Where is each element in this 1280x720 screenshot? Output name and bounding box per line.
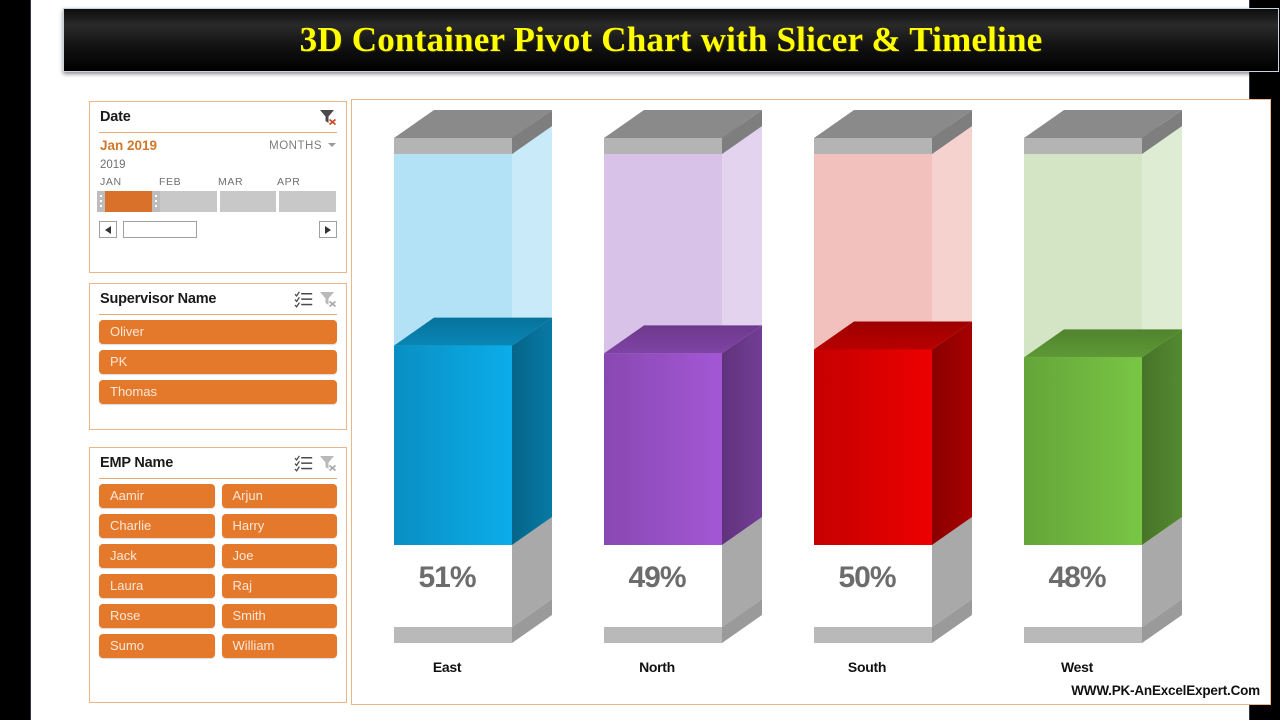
timeline-level-dropdown[interactable]: MONTHS — [269, 140, 336, 152]
slicer-tile[interactable]: PK — [99, 350, 337, 374]
pedestal-front — [814, 627, 932, 643]
emp-slicer-title: EMP Name — [100, 455, 174, 471]
slicer-tile[interactable]: Thomas — [99, 380, 337, 404]
timeline-cell-apr[interactable] — [279, 191, 336, 212]
lid-front-face — [1024, 138, 1142, 154]
fill-front-face — [814, 349, 932, 545]
fill-front-face — [604, 353, 722, 545]
fill-front-face — [394, 345, 512, 545]
bar-value-label: 50% — [838, 561, 896, 594]
lid-front-face — [604, 138, 722, 154]
timeline-level-label: MONTHS — [269, 139, 322, 152]
timeline-track[interactable] — [97, 191, 336, 212]
clear-filter-icon[interactable] — [318, 454, 338, 472]
timeline-slicer-title: Date — [100, 109, 131, 125]
bar-value-label: 48% — [1048, 561, 1106, 594]
multi-select-icon[interactable] — [294, 454, 314, 472]
pedestal-front — [394, 627, 512, 643]
timeline-slicer-date[interactable]: Date Jan 2019 MONTHS 2019 JAN FEB MAR AP… — [89, 101, 347, 273]
timeline-period-label: Jan 2019 — [100, 138, 158, 153]
timeline-cell-mar[interactable] — [219, 191, 277, 212]
slicer-tile[interactable]: Charlie — [99, 514, 215, 538]
timeline-month-label-jan: JAN — [100, 176, 122, 188]
arrow-left-icon — [105, 225, 111, 234]
timeline-handle-left[interactable] — [97, 191, 105, 212]
scroll-left-button[interactable] — [99, 221, 117, 238]
slicer-tile[interactable]: Harry — [221, 514, 337, 538]
clear-filter-icon[interactable] — [318, 290, 338, 308]
slicer-tile[interactable]: Aamir — [99, 484, 215, 508]
timeline-cell-jan[interactable] — [97, 191, 160, 212]
category-label: South — [847, 659, 887, 675]
timeline-slicer-header: Date — [90, 102, 346, 132]
timeline-period-row: Jan 2019 MONTHS — [90, 133, 346, 153]
document-page: 3D Container Pivot Chart with Slicer & T… — [30, 0, 1279, 720]
slicer-tile[interactable]: Raj — [221, 574, 337, 598]
pivot-chart-panel: WWW.PK-AnExcelExpert.Com 51% East 49% North… — [351, 99, 1271, 705]
slicer-tile[interactable]: William — [221, 634, 337, 658]
emp-slicer-items[interactable]: Aamir Arjun Charlie Harry Jack Joe Laura Raj Ros… — [90, 479, 346, 658]
title-banner: 3D Container Pivot Chart with Slicer & T… — [63, 8, 1279, 72]
slicer-tile[interactable]: Oliver — [99, 320, 337, 344]
slicer-tile[interactable]: Jack — [99, 544, 215, 568]
emp-slicer-header: EMP Name — [90, 448, 346, 478]
scroll-right-button[interactable] — [319, 221, 337, 238]
lid-front-face — [394, 138, 512, 154]
pedestal-front — [604, 627, 722, 643]
lid-front-face — [814, 138, 932, 154]
chart-plot-area — [394, 110, 1182, 643]
clear-filter-icon[interactable] — [318, 108, 338, 126]
supervisor-slicer-header: Supervisor Name — [90, 284, 346, 314]
timeline-year-label: 2019 — [100, 159, 126, 171]
timeline-month-label-feb: FEB — [159, 176, 182, 188]
category-label: West — [1061, 659, 1093, 675]
timeline-scrollbar[interactable] — [99, 220, 337, 239]
supervisor-slicer-items[interactable]: Oliver PK Thomas — [90, 315, 346, 404]
chevron-down-icon — [328, 143, 336, 148]
category-label: East — [432, 659, 462, 675]
slicer-tile[interactable]: Joe — [221, 544, 337, 568]
scrollbar-thumb[interactable] — [123, 221, 197, 238]
fill-front-face — [1024, 357, 1142, 545]
slicer-tile[interactable]: Arjun — [221, 484, 337, 508]
slicer-tile[interactable]: Smith — [221, 604, 337, 628]
watermark-text: WWW.PK-AnExcelExpert.Com — [1071, 683, 1260, 698]
bar-value-label: 49% — [628, 561, 686, 594]
slicer-tile[interactable]: Rose — [99, 604, 215, 628]
slicer-supervisor-name[interactable]: Supervisor Name Oliver PK Thomas — [89, 283, 347, 430]
fill-side-face — [722, 325, 762, 545]
arrow-right-icon — [325, 225, 331, 234]
category-label: North — [639, 659, 675, 675]
timeline-month-label-mar: MAR — [218, 176, 244, 188]
pedestal-front — [1024, 627, 1142, 643]
slicer-emp-name[interactable]: EMP Name Aamir Arjun Charlie Harry Jack … — [89, 447, 347, 703]
fill-side-face — [512, 317, 552, 545]
timeline-cell-feb[interactable] — [159, 191, 217, 212]
supervisor-slicer-title: Supervisor Name — [100, 291, 217, 307]
timeline-month-labels: JAN FEB MAR APR — [90, 171, 346, 188]
multi-select-icon[interactable] — [294, 290, 314, 308]
fill-side-face — [932, 321, 972, 545]
fill-side-face — [1142, 329, 1182, 545]
timeline-handle-right[interactable] — [151, 191, 160, 212]
bar-value-label: 51% — [418, 561, 476, 594]
slicer-tile[interactable]: Laura — [99, 574, 215, 598]
page-title: 3D Container Pivot Chart with Slicer & T… — [299, 20, 1043, 59]
slicer-tile[interactable]: Sumo — [99, 634, 215, 658]
screenshot-root: 3D Container Pivot Chart with Slicer & T… — [0, 0, 1280, 720]
timeline-month-label-apr: APR — [277, 176, 301, 188]
